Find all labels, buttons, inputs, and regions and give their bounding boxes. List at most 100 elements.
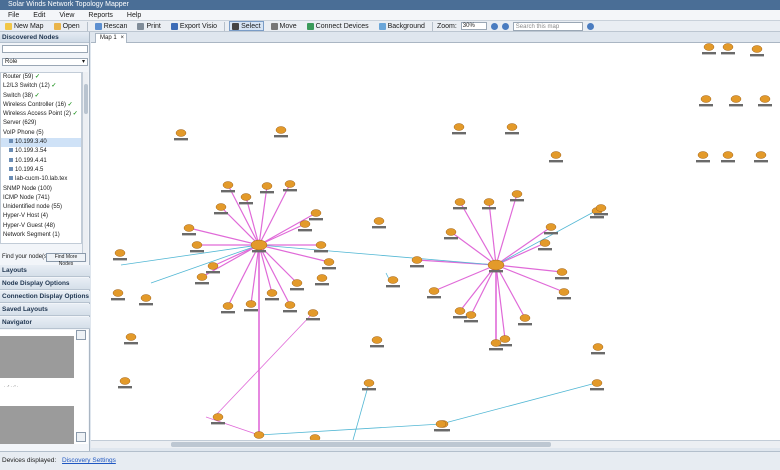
router-node[interactable] [699,95,713,107]
tree-item[interactable]: L2/L3 Switch (12) ✓ [1,82,81,91]
router-node[interactable] [265,289,279,301]
tree-item[interactable]: Unidentified node (55) [1,203,81,212]
tab-map-1[interactable]: Map 1 × [95,33,127,43]
network-link[interactable] [495,207,602,266]
scroll-thumb[interactable] [84,84,88,114]
map-horizontal-scrollbar[interactable] [91,440,780,448]
network-link[interactable] [495,264,506,340]
search-icon[interactable] [586,22,594,30]
router-node[interactable] [315,274,329,286]
tree-item[interactable]: Wireless Access Point (2) ✓ [1,110,81,119]
router-node[interactable] [139,294,153,306]
router-node[interactable] [544,223,558,235]
router-node[interactable] [118,377,132,389]
search-input[interactable]: Search this map [512,21,583,31]
topology-map[interactable] [91,43,780,440]
close-icon[interactable]: × [120,34,124,43]
new-map-button[interactable]: New Map [2,21,47,31]
filter-input[interactable] [2,45,88,53]
router-node[interactable] [729,95,743,107]
router-node[interactable] [505,123,519,135]
tree-item[interactable]: Hyper-V Guest (48) [1,222,81,231]
router-node[interactable] [510,190,524,202]
router-node[interactable] [221,181,235,193]
router-node[interactable] [111,289,125,301]
router-node[interactable] [452,123,466,135]
tree-subitem[interactable]: 10.199.3.54 [1,147,81,156]
network-link[interactable] [450,231,497,266]
router-node[interactable] [283,180,297,192]
zoom-fit-icon[interactable] [76,330,86,340]
router-node[interactable] [370,336,384,348]
tree-subitem[interactable]: 10.199.4.41 [1,157,81,166]
scroll-thumb[interactable] [171,442,551,447]
discovery-settings-link[interactable]: Discovery Settings [62,457,116,464]
section-connection-display-options[interactable]: Connection Display Options [0,291,90,303]
router-node[interactable] [239,193,253,205]
select-button[interactable]: Select [229,21,264,31]
router-node[interactable] [758,95,772,107]
section-saved-layouts[interactable]: Saved Layouts [0,304,90,316]
router-node[interactable] [124,333,138,345]
rescan-button[interactable]: Rescan [92,21,131,31]
move-button[interactable]: Move [268,21,300,31]
topology-canvas[interactable] [91,43,780,440]
router-node[interactable] [182,224,196,236]
router-node[interactable] [195,273,209,285]
router-node[interactable] [591,343,605,355]
tree-scrollbar[interactable] [82,72,88,262]
section-node-display-options[interactable]: Node Display Options [0,278,90,290]
router-node[interactable] [214,203,228,215]
tree-subitem[interactable]: lab-cucm-10.lab.tex [1,175,81,184]
zoom-in-icon[interactable] [490,22,498,30]
router-node[interactable] [487,259,505,273]
tree-item[interactable]: SNMP Node (100) [1,185,81,194]
menu-edit[interactable]: Edit [33,10,45,20]
router-node[interactable] [453,198,467,210]
router-node[interactable] [290,279,304,291]
router-node[interactable] [750,45,764,57]
network-link[interactable] [470,264,497,316]
background-button[interactable]: Background [376,21,428,31]
tree-item[interactable]: Server (629) [1,119,81,128]
router-node[interactable] [549,151,563,163]
network-link[interactable] [215,312,314,416]
router-node[interactable] [482,198,496,210]
tree-item[interactable]: Hyper-V Host (4) [1,212,81,221]
network-link[interactable] [433,264,497,292]
router-node[interactable] [754,151,768,163]
print-button[interactable]: Print [134,21,163,31]
tree-item[interactable]: ICMP Node (741) [1,194,81,203]
menu-view[interactable]: View [59,10,74,20]
zoom-out-icon[interactable] [501,22,509,30]
router-node[interactable] [322,258,336,270]
router-node[interactable] [274,126,288,138]
router-node[interactable] [444,228,458,240]
group-by-select[interactable]: Role ▾ [2,58,88,66]
tree-subitem[interactable]: 10.199.4.5 [1,166,81,175]
network-link[interactable] [495,242,546,266]
zoom-select[interactable]: 30% [460,22,487,30]
router-node[interactable] [696,151,710,163]
router-node[interactable] [702,43,716,55]
connect-devices-button[interactable]: Connect Devices [304,21,372,31]
tree-item[interactable]: Wireless Controller (16) ✓ [1,101,81,110]
router-node[interactable] [250,239,268,253]
navigator-scroll-icon[interactable] [76,432,86,442]
network-link[interactable] [495,193,518,266]
router-node[interactable] [555,268,569,280]
router-node[interactable] [190,241,204,253]
router-node[interactable] [721,43,735,55]
router-node[interactable] [309,209,323,221]
router-node[interactable] [590,379,604,391]
router-node[interactable] [453,307,467,319]
section-layouts[interactable]: Layouts [0,265,90,277]
router-node[interactable] [211,413,225,425]
router-node[interactable] [113,249,127,261]
network-link[interactable] [258,244,497,266]
network-link[interactable] [440,382,597,425]
router-node[interactable] [362,379,376,391]
router-node[interactable] [244,300,258,312]
router-node[interactable] [283,301,297,313]
router-node[interactable] [252,431,266,441]
